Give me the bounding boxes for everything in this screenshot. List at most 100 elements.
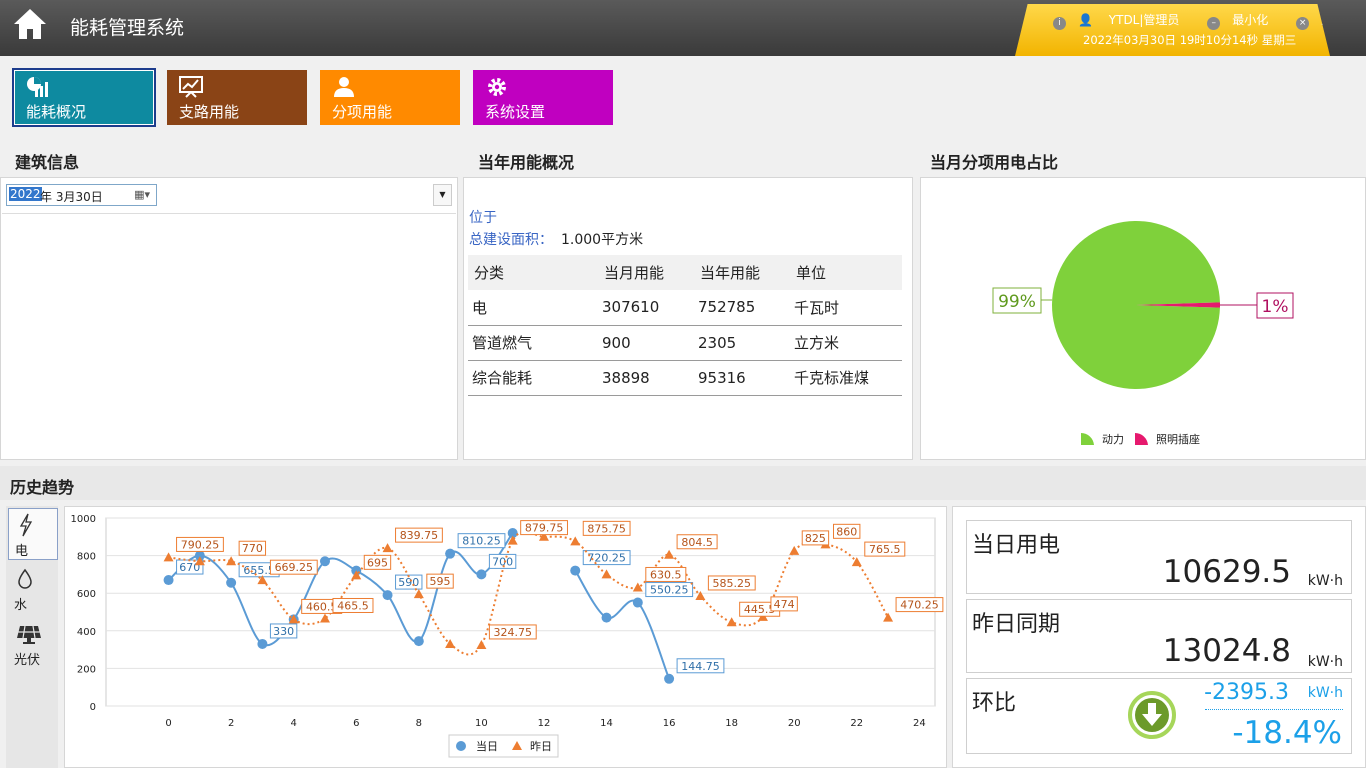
building-title: 建筑信息	[15, 153, 80, 172]
table-cell: 95316	[694, 360, 790, 396]
data-point	[226, 577, 237, 588]
sidebar-item-solar[interactable]: 光伏	[8, 618, 58, 670]
datetime: 2022年03月30日 19时10分14秒 星期三	[1083, 33, 1297, 47]
column-header: 当月用能	[598, 255, 694, 290]
data-label: 839.75	[400, 529, 439, 542]
data-label: 700	[492, 555, 513, 568]
minus-icon: –	[1207, 17, 1221, 30]
data-point	[664, 673, 675, 684]
area-value: 1.000平方米	[561, 232, 644, 248]
area-label: 总建设面积：	[469, 232, 553, 248]
sidebar-item-water[interactable]: 水	[8, 563, 58, 615]
x-tick-label: 12	[538, 718, 551, 729]
data-point	[445, 548, 456, 559]
ratio-percent: -18.4%	[1232, 715, 1342, 751]
data-label: 585.25	[713, 577, 752, 590]
ratio-card: 环比 -2395.3 kW·h -18.4%	[966, 678, 1352, 754]
yesterday-card: 昨日同期 13024.8 kW·h	[966, 599, 1352, 673]
plot-area	[105, 517, 936, 707]
data-label: 860	[836, 525, 857, 538]
table-cell: 千克标准煤	[790, 360, 902, 396]
nav-itemized-energy[interactable]: 分项用能	[320, 70, 460, 125]
solar-panel-icon	[17, 625, 41, 644]
x-tick-label: 4	[291, 718, 297, 729]
table-cell: 900	[598, 325, 694, 361]
building-dropdown-button[interactable]: ▼	[433, 184, 452, 206]
nav-label: 系统设置	[485, 103, 546, 121]
today-card: 当日用电 10629.5 kW·h	[966, 520, 1352, 594]
data-label: 770	[242, 542, 263, 555]
sidebar-item-electricity[interactable]: 电	[8, 508, 58, 560]
x-tick-label: 18	[725, 718, 738, 729]
legend-label: 昨日	[530, 740, 552, 753]
pie-chart-icon	[27, 77, 48, 97]
user-panel: i👤 YTDL|管理员 –最小化 ×退出 2022年03月30日 19时10分1…	[1015, 4, 1330, 56]
yesterday-label: 昨日同期	[972, 612, 1061, 637]
date-picker[interactable]: 2022 年 3月30日 ▦▾	[6, 184, 157, 206]
data-label: 720.25	[587, 552, 626, 565]
today-unit: kW·h	[1307, 573, 1343, 589]
column-header: 分类	[468, 255, 598, 290]
chevron-down-icon: ▼	[439, 190, 446, 199]
home-icon[interactable]	[12, 6, 48, 42]
nav-branch-energy[interactable]: 支路用能	[167, 70, 307, 125]
table-cell: 管道燃气	[468, 325, 598, 361]
user-icon	[334, 77, 354, 97]
legend-label: 照明插座	[1156, 432, 1200, 446]
data-point	[163, 575, 174, 586]
x-tick-label: 14	[600, 718, 613, 729]
data-label: 765.5	[869, 543, 901, 556]
table-row: 管道燃气 900 2305 立方米	[468, 325, 902, 361]
pie-panel: 99% 1% 动力 照明插座	[920, 177, 1366, 460]
data-label: 875.75	[587, 522, 626, 535]
y-tick-label: 1000	[71, 514, 96, 525]
legend-marker	[456, 741, 466, 751]
user-icon: 👤	[1078, 13, 1093, 27]
nav-label: 支路用能	[179, 103, 240, 121]
yesterday-value: 13024.8	[1162, 633, 1291, 669]
data-label: 790.25	[181, 538, 220, 551]
user-name: YTDL|管理员	[1108, 13, 1180, 27]
nav-label: 能耗概况	[26, 103, 87, 121]
data-point	[413, 636, 424, 647]
area-line: 总建设面积： 1.000平方米	[469, 229, 643, 249]
ratio-divider	[1205, 709, 1343, 710]
x-tick-label: 10	[475, 718, 488, 729]
ratio-unit: kW·h	[1307, 685, 1343, 701]
arrow-down-icon	[1128, 691, 1176, 739]
x-tick-label: 6	[353, 718, 359, 729]
data-point	[257, 638, 268, 649]
legend-label: 当日	[476, 739, 498, 753]
data-label: 144.75	[681, 660, 720, 673]
presentation-chart-icon	[179, 76, 203, 98]
column-header: 当年用能	[694, 255, 790, 290]
table-cell: 752785	[694, 290, 790, 326]
data-label: 804.5	[681, 536, 713, 549]
building-panel	[0, 177, 458, 460]
data-point	[319, 556, 330, 567]
user-info[interactable]: i 👤 YTDL|管理员	[1053, 13, 1191, 30]
data-label: 590	[398, 576, 419, 589]
data-label: 550.25	[650, 584, 689, 597]
close-icon: ×	[1296, 17, 1310, 30]
legend-swatch	[1135, 432, 1148, 445]
x-tick-label: 16	[663, 718, 676, 729]
nav-energy-overview[interactable]: 能耗概况	[12, 68, 156, 127]
ratio-diff: -2395.3	[1204, 680, 1289, 705]
legend-swatch	[1081, 432, 1094, 445]
data-label: 810.25	[462, 535, 501, 548]
table-row: 综合能耗 38898 95316 千克标准煤	[468, 360, 902, 396]
ratio-label: 环比	[972, 691, 1017, 716]
nav-system-settings[interactable]: 系统设置	[473, 70, 613, 125]
gear-icon	[488, 78, 506, 96]
water-drop-icon	[18, 568, 32, 589]
sidebar-label: 光伏	[14, 653, 41, 668]
table-row: 电 307610 752785 千瓦时	[468, 290, 902, 326]
y-tick-label: 200	[77, 664, 96, 675]
minimize-label: 最小化	[1232, 13, 1269, 27]
pie-chart: 99% 1% 动力 照明插座	[992, 221, 1294, 446]
minimize-button[interactable]: – 最小化	[1207, 13, 1280, 30]
calendar-icon[interactable]: ▦▾	[134, 188, 150, 201]
data-label: 630.5	[650, 568, 682, 581]
y-tick-label: 0	[90, 702, 96, 713]
